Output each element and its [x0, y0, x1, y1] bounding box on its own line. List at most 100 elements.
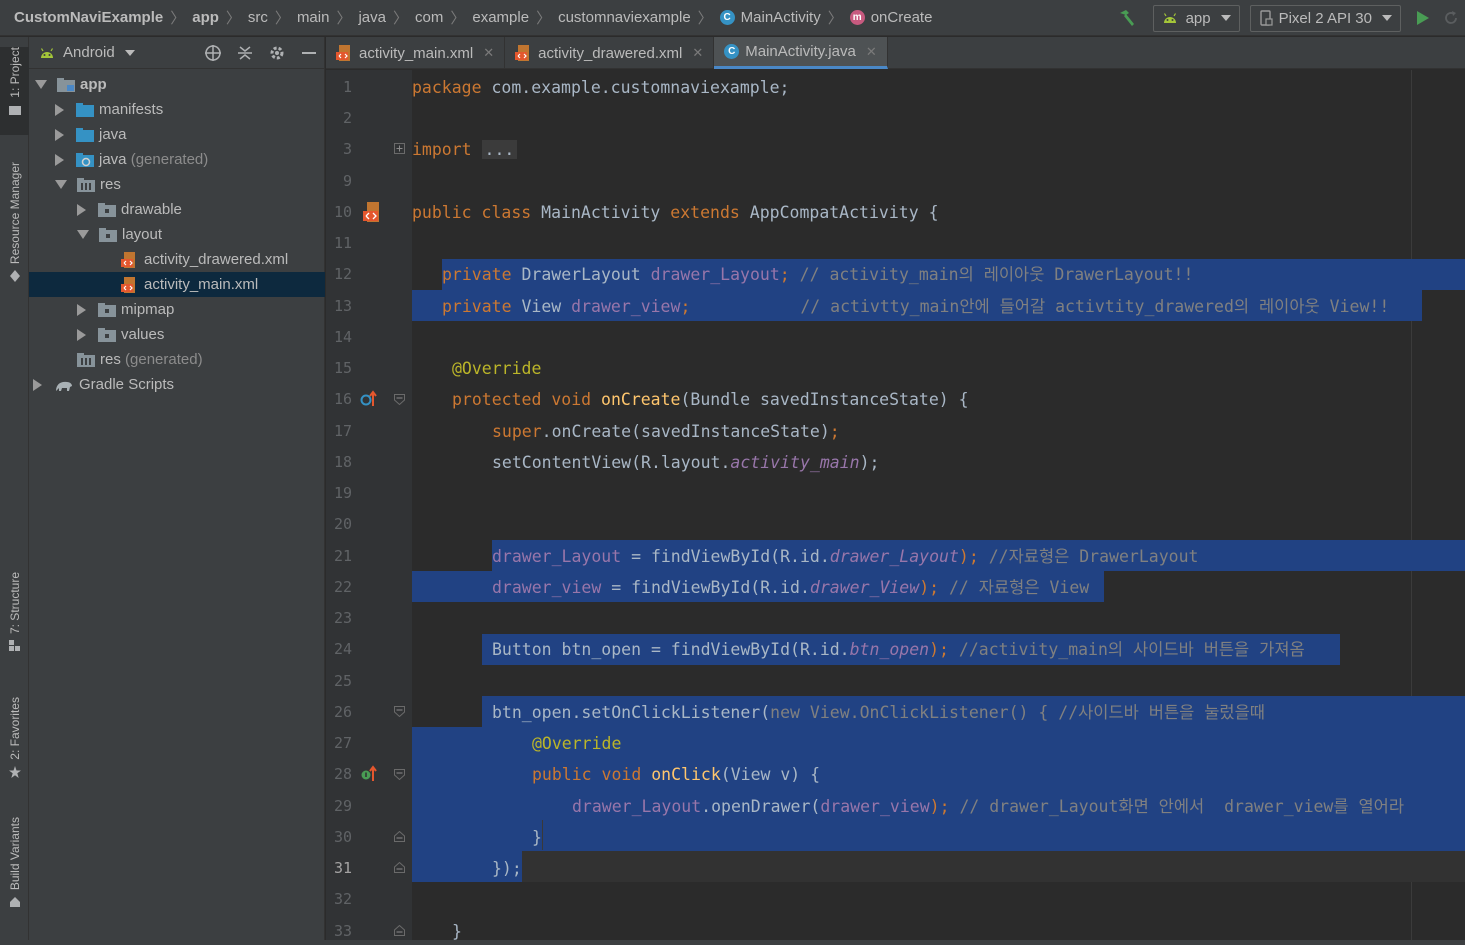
code-line[interactable]: import ... [412, 134, 1465, 165]
code-line[interactable]: Button btn_open = findViewById(R.id.btn_… [412, 634, 1465, 665]
breadcrumb-package[interactable]: customnaviexample [558, 9, 691, 26]
tab-activity-main-xml[interactable]: activity_main.xml ✕ [326, 37, 506, 69]
breadcrumb-com[interactable]: com [415, 9, 443, 26]
code-token: drawer_Layout [650, 265, 780, 284]
code-line[interactable]: } [412, 822, 1465, 853]
layout-file-icon[interactable] [362, 201, 384, 223]
breadcrumb-src[interactable]: src [248, 9, 268, 26]
close-icon[interactable]: ✕ [483, 45, 494, 61]
line-number: 24 [333, 640, 352, 658]
breadcrumb-java[interactable]: java [358, 9, 386, 26]
fold-end-icon[interactable] [394, 831, 405, 842]
fold-icon[interactable] [394, 394, 405, 405]
override-marker-icon[interactable] [360, 390, 378, 408]
project-view-mode[interactable]: Android [63, 44, 115, 61]
code-line-current[interactable]: }); [412, 853, 1465, 884]
fold-icon[interactable] [394, 706, 405, 717]
tab-activity-drawered-xml[interactable]: activity_drawered.xml ✕ [505, 37, 715, 69]
code-line[interactable]: drawer_Layout.openDrawer(drawer_view); /… [412, 791, 1465, 822]
tree-item-activity-main-xml[interactable]: activity_main.xml [29, 272, 325, 297]
chevron-right-icon[interactable] [33, 378, 42, 391]
resource-icon [9, 270, 20, 283]
tab-main-activity-java[interactable]: C MainActivity.java ✕ [714, 37, 888, 69]
tree-item-manifests[interactable]: manifests [29, 97, 325, 122]
locate-icon[interactable] [204, 44, 222, 62]
chevron-right-icon[interactable] [77, 328, 86, 341]
apply-changes-icon[interactable] [1443, 10, 1459, 26]
collapse-all-icon[interactable] [236, 44, 254, 62]
code-line[interactable]: drawer_view = findViewById(R.id.drawer_V… [412, 572, 1465, 603]
tree-item-res-generated[interactable]: res (generated) [29, 347, 325, 372]
fold-icon[interactable] [394, 769, 405, 780]
chevron-down-icon[interactable] [124, 49, 135, 56]
code-line[interactable]: private DrawerLayout drawer_Layout; // a… [412, 259, 1465, 290]
close-icon[interactable]: ✕ [692, 45, 703, 61]
chevron-down-icon[interactable] [55, 180, 67, 189]
code-line[interactable]: super.onCreate(savedInstanceState); [412, 416, 1465, 447]
code-token: }); [492, 859, 522, 878]
star-icon [8, 765, 21, 778]
breadcrumb-project[interactable]: CustomNaviExample [14, 9, 163, 26]
tool-tab-resource-manager[interactable]: Resource Manager [0, 162, 29, 302]
code-line[interactable]: @Override [412, 353, 1465, 384]
hide-panel-icon[interactable] [300, 44, 318, 62]
run-icon[interactable] [1417, 11, 1429, 25]
code-token: new [770, 703, 800, 722]
tree-item-res[interactable]: res [29, 172, 325, 197]
tool-tab-favorites[interactable]: 2: Favorites [0, 697, 29, 792]
tool-tab-project[interactable]: 1: Project [0, 47, 29, 135]
tree-item-java-generated[interactable]: java (generated) [29, 147, 325, 172]
tree-item-mipmap[interactable]: mipmap [29, 297, 325, 322]
editor-gutter[interactable]: 1 2 3 9 10 11 12 13 14 15 16 17 18 19 20… [326, 70, 412, 940]
code-comment: //자료형은 DrawerLayout [978, 547, 1199, 566]
breadcrumb-class[interactable]: C MainActivity [719, 9, 821, 26]
breadcrumb-method[interactable]: m onCreate [849, 9, 932, 26]
line-number: 15 [333, 359, 352, 377]
code-line[interactable]: setContentView(R.layout.activity_main); [412, 447, 1465, 478]
tree-item-gradle-scripts[interactable]: Gradle Scripts [29, 372, 325, 397]
code-line[interactable]: package com.example.customnaviexample; [412, 72, 1465, 103]
line-number: 11 [333, 234, 352, 252]
tree-item-label: app [80, 76, 107, 93]
chevron-right-icon[interactable] [55, 153, 64, 166]
fold-end-icon[interactable] [394, 862, 405, 873]
tool-tab-structure[interactable]: 7: Structure [0, 572, 29, 667]
tree-item-java[interactable]: java [29, 122, 325, 147]
tree-item-layout[interactable]: layout [29, 222, 325, 247]
code-line[interactable]: drawer_Layout = findViewById(R.id.drawer… [412, 541, 1465, 572]
chevron-right-icon[interactable] [55, 128, 64, 141]
tree-item-values[interactable]: values [29, 322, 325, 347]
generated-folder-icon [76, 152, 94, 167]
tree-item-app[interactable]: app [29, 72, 325, 97]
implements-marker-icon[interactable] [360, 765, 378, 783]
code-line[interactable]: private View drawer_view; // activtty_mai… [412, 291, 1465, 322]
tree-item-activity-drawered-xml[interactable]: activity_drawered.xml [29, 247, 325, 272]
code-line[interactable]: @Override [412, 728, 1465, 759]
run-configuration-label: app [1185, 9, 1211, 27]
folded-imports[interactable]: ... [481, 140, 518, 159]
chevron-right-icon[interactable] [77, 203, 86, 216]
run-configuration-select[interactable]: app [1152, 4, 1240, 32]
xml-file-icon [121, 276, 135, 293]
hammer-icon[interactable] [1117, 8, 1137, 28]
fold-end-icon[interactable] [394, 925, 405, 936]
fold-plus-icon[interactable] [394, 143, 405, 154]
device-select[interactable]: Pixel 2 API 30 [1249, 4, 1401, 32]
chevron-right-icon[interactable] [55, 103, 64, 116]
code-editor[interactable]: 1 2 3 9 10 11 12 13 14 15 16 17 18 19 20… [326, 70, 1465, 941]
chevron-down-icon[interactable] [77, 230, 89, 239]
tool-tab-build-variants[interactable]: Build Variants [0, 817, 29, 927]
gear-icon[interactable] [268, 44, 286, 62]
tree-item-drawable[interactable]: drawable [29, 197, 325, 222]
chevron-down-icon[interactable] [35, 80, 47, 89]
breadcrumb-example[interactable]: example [472, 9, 529, 26]
code-line[interactable]: protected void onCreate(Bundle savedInst… [412, 384, 1465, 415]
chevron-right-icon[interactable] [77, 303, 86, 316]
breadcrumb-module[interactable]: app [192, 9, 219, 26]
code-token: private [442, 265, 512, 284]
code-line[interactable]: btn_open.setOnClickListener(new View.OnC… [412, 697, 1465, 728]
close-icon[interactable]: ✕ [866, 44, 877, 60]
breadcrumb-main[interactable]: main [297, 9, 330, 26]
code-line[interactable]: public class MainActivity extends AppCom… [412, 197, 1465, 228]
code-line[interactable]: public void onClick(View v) { [412, 759, 1465, 790]
